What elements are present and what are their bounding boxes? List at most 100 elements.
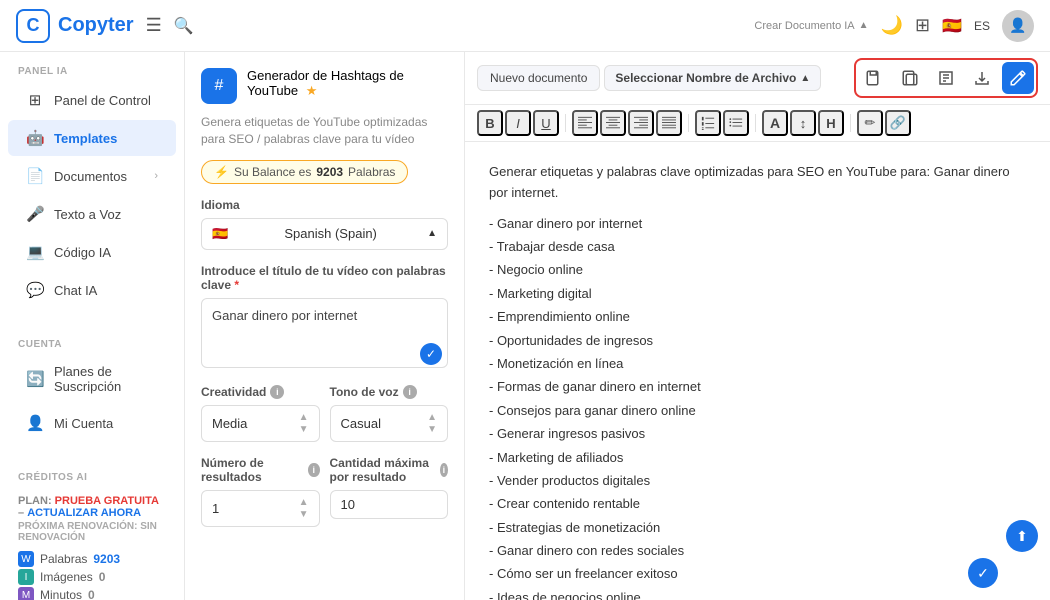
sidebar-item-panel-control[interactable]: ⊞ Panel de Control bbox=[8, 82, 176, 118]
sidebar-item-templates[interactable]: 🤖 Templates bbox=[8, 120, 176, 156]
format-list-unordered[interactable] bbox=[723, 110, 749, 136]
cantidad-max-stepper[interactable]: 10 bbox=[330, 490, 449, 519]
cantidad-max-info-icon[interactable]: i bbox=[440, 463, 448, 477]
check-float-btn[interactable]: ✓ bbox=[968, 558, 998, 588]
select-archivo-btn[interactable]: Seleccionar Nombre de Archivo ▲ bbox=[604, 65, 821, 91]
list-item: - Ganar dinero por internet bbox=[489, 212, 1026, 235]
renovacion-label: PRÓXIMA RENOVACIÓN: SIN RENOVACIÓN bbox=[18, 521, 166, 543]
sidebar: PANEL IA ⊞ Panel de Control 🤖 Templates … bbox=[0, 52, 185, 600]
format-italic[interactable]: I bbox=[505, 110, 531, 136]
credit-imagenes: I Imágenes 0 bbox=[18, 569, 166, 585]
logo[interactable]: C Copyter bbox=[16, 9, 134, 43]
sidebar-item-mi-cuenta[interactable]: 👤 Mi Cuenta bbox=[8, 405, 176, 441]
user-avatar[interactable]: 👤 bbox=[1002, 10, 1034, 42]
doc-name-btn[interactable]: Nuevo documento bbox=[477, 65, 600, 91]
format-heading[interactable]: H bbox=[818, 110, 844, 136]
num-cantidad-row: Número de resultados i 1 ▲▼ Cantidad máx… bbox=[201, 456, 448, 541]
tool-icon-box: # bbox=[201, 68, 237, 104]
editor-panel: Nuevo documento Seleccionar Nombre de Ar… bbox=[465, 52, 1050, 600]
creditos-label: CRÉDITOS AI bbox=[0, 458, 184, 487]
list-item: - Vender productos digitales bbox=[489, 469, 1026, 492]
dark-mode-icon[interactable]: 🌙 bbox=[881, 15, 903, 36]
tono-select[interactable]: Casual ▲▼ bbox=[330, 405, 449, 442]
idioma-value: Spanish (Spain) bbox=[284, 226, 377, 241]
format-link[interactable]: 🔗 bbox=[885, 110, 911, 136]
tono-stepper[interactable]: ▲▼ bbox=[427, 412, 437, 435]
format-align-right[interactable] bbox=[628, 110, 654, 136]
num-resultados-stepper[interactable]: 1 ▲▼ bbox=[201, 490, 320, 527]
titulo-label: Introduce el título de tu vídeo con pala… bbox=[201, 264, 448, 292]
format-font-size[interactable]: A bbox=[762, 110, 788, 136]
crear-chevron: ▲ bbox=[859, 20, 869, 31]
titulo-group: Introduce el título de tu vídeo con pala… bbox=[201, 264, 448, 371]
plan-separator: – bbox=[18, 507, 27, 519]
search-icon[interactable]: 🔍 bbox=[174, 16, 194, 36]
tono-info-icon[interactable]: i bbox=[403, 385, 417, 399]
format-align-left[interactable] bbox=[572, 110, 598, 136]
fmt-sep-4 bbox=[850, 114, 851, 132]
format-align-center[interactable] bbox=[600, 110, 626, 136]
num-resultados-info-icon[interactable]: i bbox=[308, 463, 319, 477]
format-underline[interactable]: U bbox=[533, 110, 559, 136]
cantidad-max-value: 10 bbox=[341, 497, 355, 512]
file-btn-new[interactable] bbox=[858, 62, 890, 94]
sidebar-item-texto-voz[interactable]: 🎤 Texto a Voz bbox=[8, 196, 176, 232]
creatividad-select[interactable]: Media ▲▼ bbox=[201, 405, 320, 442]
plan-upgrade[interactable]: ACTUALIZAR AHORA bbox=[27, 507, 141, 519]
file-btn-copy[interactable] bbox=[894, 62, 926, 94]
flag-icon: 🇪🇸 bbox=[942, 16, 962, 36]
list-item: - Negocio online bbox=[489, 258, 1026, 281]
crear-documento-btn[interactable]: Crear Documento IA ▲ bbox=[754, 20, 868, 32]
creatividad-stepper[interactable]: ▲▼ bbox=[299, 412, 309, 435]
panel-control-icon: ⊞ bbox=[26, 91, 44, 109]
balance-value: 9203 bbox=[316, 165, 343, 179]
editor-content: Generar etiquetas y palabras clave optim… bbox=[465, 142, 1050, 600]
list-item: - Monetización en línea bbox=[489, 352, 1026, 375]
balance-unit: Palabras bbox=[348, 165, 395, 179]
format-line-height[interactable]: ↕ bbox=[790, 110, 816, 136]
num-resultados-label: Número de resultados i bbox=[201, 456, 320, 484]
file-btn-doc[interactable] bbox=[930, 62, 962, 94]
scroll-to-top-btn[interactable]: ⬆ bbox=[1006, 520, 1038, 552]
menu-icon[interactable]: ☰ bbox=[146, 15, 162, 36]
credit-value: 0 bbox=[99, 570, 106, 584]
credit-value: 9203 bbox=[93, 552, 120, 566]
creatividad-info-icon[interactable]: i bbox=[270, 385, 284, 399]
tool-title: Generador de Hashtags de YouTube ★ bbox=[247, 68, 448, 99]
list-item: - Ideas de negocios online bbox=[489, 586, 1026, 600]
idioma-flag: 🇪🇸 bbox=[212, 226, 228, 242]
plan-label: PLAN: bbox=[18, 495, 55, 507]
creatividad-group: Creatividad i Media ▲▼ bbox=[201, 385, 320, 442]
list-item: - Oportunidades de ingresos bbox=[489, 329, 1026, 352]
list-item: - Crear contenido rentable bbox=[489, 492, 1026, 515]
format-bold[interactable]: B bbox=[477, 110, 503, 136]
mi-cuenta-icon: 👤 bbox=[26, 414, 44, 432]
file-btn-edit-active[interactable] bbox=[1002, 62, 1034, 94]
creatividad-value: Media bbox=[212, 416, 247, 431]
sidebar-item-chat-ia[interactable]: 💬 Chat IA bbox=[8, 272, 176, 308]
sidebar-item-planes[interactable]: 🔄 Planes de Suscripción bbox=[8, 355, 176, 403]
sidebar-item-documentos[interactable]: 📄 Documentos › bbox=[8, 158, 176, 194]
titulo-textarea[interactable]: Ganar dinero por internet bbox=[201, 298, 448, 368]
content-list: - Ganar dinero por internet- Trabajar de… bbox=[489, 212, 1026, 600]
file-btn-download[interactable] bbox=[966, 62, 998, 94]
list-item: - Marketing de afiliados bbox=[489, 446, 1026, 469]
sidebar-item-label: Texto a Voz bbox=[54, 207, 121, 222]
sidebar-item-codigo-ia[interactable]: 💻 Código IA bbox=[8, 234, 176, 270]
format-align-justify[interactable] bbox=[656, 110, 682, 136]
fmt-sep-2 bbox=[688, 114, 689, 132]
list-item: - Cómo ser un freelancer exitoso bbox=[489, 562, 1026, 585]
format-toolbar: B I U bbox=[465, 105, 1050, 142]
tool-icon: # bbox=[215, 77, 224, 95]
format-list-ordered[interactable] bbox=[695, 110, 721, 136]
fullscreen-icon[interactable]: ⊞ bbox=[915, 15, 930, 36]
format-paint[interactable]: ✏ bbox=[857, 110, 883, 136]
credit-value: 0 bbox=[88, 588, 95, 600]
select-archivo-label: Seleccionar Nombre de Archivo bbox=[615, 71, 796, 85]
list-item: - Consejos para ganar dinero online bbox=[489, 399, 1026, 422]
fmt-sep-3 bbox=[755, 114, 756, 132]
logo-box: C bbox=[16, 9, 50, 43]
idioma-select[interactable]: 🇪🇸 Spanish (Spain) ▲ bbox=[201, 218, 448, 250]
credit-label: Minutos bbox=[40, 588, 82, 600]
num-stepper-arrows[interactable]: ▲▼ bbox=[299, 497, 309, 520]
